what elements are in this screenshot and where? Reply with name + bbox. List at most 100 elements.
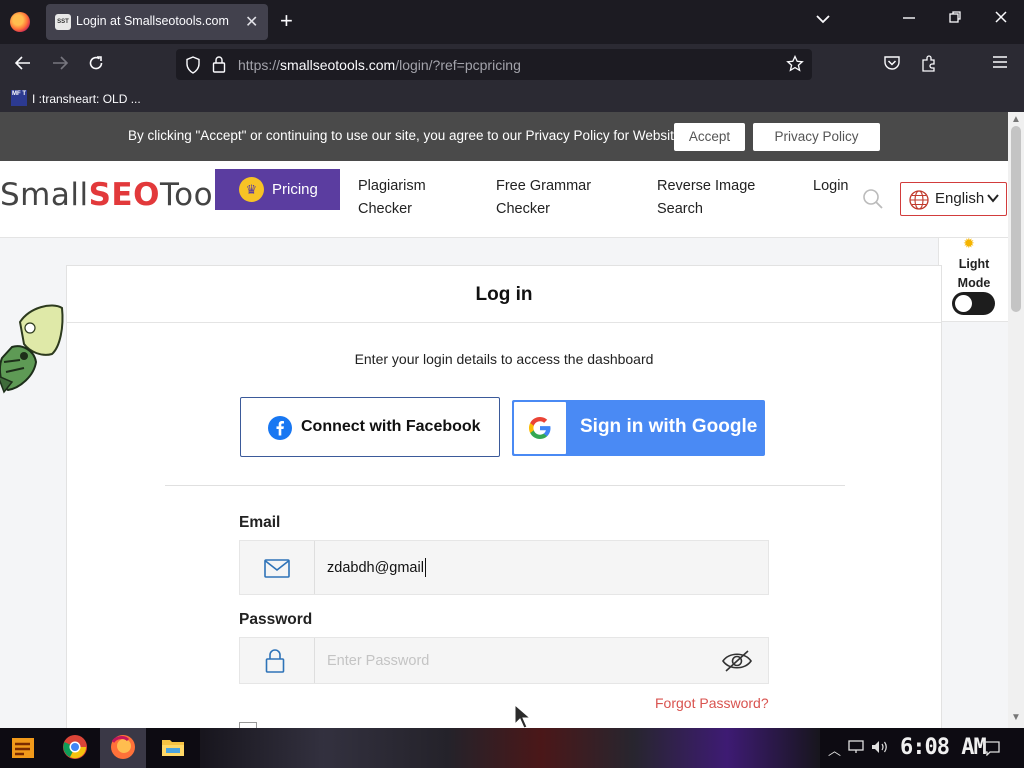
nav-reverse-image-search[interactable]: Reverse Image Search: [657, 175, 755, 221]
divider: [165, 485, 845, 486]
network-icon[interactable]: [848, 740, 864, 757]
google-login-button[interactable]: Sign in with Google: [512, 400, 765, 456]
browser-nav-bar: https://smallseotools.com/login/?ref=pcp…: [0, 44, 1024, 86]
logo-small: Small: [0, 177, 89, 213]
nav-line: Free Grammar: [496, 178, 592, 194]
text-caret: [425, 558, 426, 577]
minimize-icon[interactable]: [902, 10, 916, 29]
url-bar[interactable]: https://smallseotools.com/login/?ref=pcp…: [176, 49, 812, 80]
password-label: Password: [239, 611, 313, 628]
lock-icon: [265, 649, 285, 673]
nav-grammar-checker[interactable]: Free Grammar Checker: [496, 175, 591, 221]
site-header: SmallSEOTools ♛ Pricing Plagiarism Check…: [0, 161, 1008, 238]
facebook-login-button[interactable]: Connect with Facebook: [240, 397, 500, 457]
character-sticker: [0, 302, 66, 402]
nav-line: Plagiarism: [358, 178, 426, 194]
restore-icon[interactable]: [948, 10, 962, 29]
login-card: Log in Enter your login details to acces…: [66, 265, 942, 728]
page-viewport: By clicking "Accept" or continuing to us…: [0, 112, 1008, 728]
window-close-icon[interactable]: [994, 10, 1008, 29]
url-text[interactable]: https://smallseotools.com/login/?ref=pcp…: [238, 57, 521, 73]
taskbar: ︿ 6:08 AM: [0, 728, 1024, 768]
sun-icon: ✹: [963, 235, 975, 251]
email-label: Email: [239, 514, 281, 531]
close-icon[interactable]: ✕: [245, 12, 258, 32]
scroll-up-icon[interactable]: ▲: [1011, 114, 1021, 125]
bookmark-item[interactable]: I :transheart: OLD ...: [32, 92, 141, 106]
globe-icon: [909, 190, 929, 210]
cookie-text: By clicking "Accept" or continuing to us…: [128, 128, 682, 143]
bookmarks-bar: MF T I :transheart: OLD ...: [0, 86, 1024, 112]
page-title: Log in: [475, 284, 533, 305]
eye-slash-icon[interactable]: [721, 649, 753, 673]
pocket-icon[interactable]: [883, 54, 901, 77]
facebook-icon: [268, 416, 292, 440]
search-icon[interactable]: [862, 188, 884, 210]
extensions-icon[interactable]: [920, 54, 938, 77]
password-input[interactable]: [327, 638, 707, 683]
site-logo[interactable]: SmallSEOTools: [0, 177, 239, 213]
url-path: /login/?ref=pcpricing: [395, 57, 521, 73]
google-login-label: Sign in with Google: [580, 416, 758, 437]
notification-icon[interactable]: [984, 740, 1000, 759]
login-subtitle: Enter your login details to access the d…: [354, 351, 654, 367]
mail-icon: [264, 559, 290, 578]
nav-line: Reverse Image: [657, 178, 756, 194]
crown-icon: ♛: [239, 177, 264, 202]
firefox-icon[interactable]: [110, 734, 138, 762]
password-icon-box: [240, 638, 315, 683]
lock-icon[interactable]: [212, 55, 226, 76]
taskbar-wallpaper: [200, 728, 820, 768]
star-icon[interactable]: [786, 54, 804, 78]
taskbar-clock[interactable]: 6:08 AM: [900, 735, 987, 760]
nav-plagiarism-checker[interactable]: Plagiarism Checker: [358, 175, 426, 221]
volume-icon[interactable]: [871, 740, 889, 757]
mode-label-line: Mode: [957, 276, 991, 290]
back-icon[interactable]: [14, 54, 32, 77]
password-field[interactable]: [239, 637, 769, 684]
start-icon[interactable]: [10, 734, 38, 762]
email-input[interactable]: [327, 541, 707, 594]
plus-icon[interactable]: +: [280, 9, 293, 33]
email-field[interactable]: [239, 540, 769, 595]
facebook-login-label: Connect with Facebook: [301, 418, 481, 435]
logo-seo: SEO: [88, 177, 160, 213]
tab-title: Login at Smallseotools.com: [76, 14, 229, 28]
mouse-cursor: [514, 703, 534, 728]
nav-line: Login: [813, 178, 849, 194]
mode-label: Light Mode: [939, 255, 1008, 293]
scroll-thumb[interactable]: [1011, 126, 1021, 312]
accept-button[interactable]: Accept: [674, 123, 745, 151]
pricing-label: Pricing: [272, 181, 318, 198]
reload-icon[interactable]: [87, 54, 105, 77]
file-explorer-icon[interactable]: [160, 734, 188, 762]
language-label: English: [935, 190, 985, 207]
menu-icon[interactable]: [992, 54, 1008, 75]
nav-line: Checker: [496, 201, 550, 217]
google-icon: [528, 416, 552, 440]
nav-login[interactable]: Login: [813, 175, 848, 198]
theme-mode-panel: ✹ Light Mode: [938, 235, 1008, 322]
nav-line: Checker: [358, 201, 412, 217]
nav-line: Search: [657, 201, 703, 217]
page-scrollbar[interactable]: ▲ ▼: [1008, 112, 1024, 728]
scroll-down-icon[interactable]: ▼: [1011, 712, 1021, 723]
forward-icon[interactable]: [51, 54, 69, 77]
firefox-icon[interactable]: [10, 12, 30, 32]
tray-overflow-icon[interactable]: ︿: [828, 740, 841, 759]
pricing-button[interactable]: ♛ Pricing: [215, 169, 340, 210]
chevron-down-icon: [986, 191, 1000, 205]
browser-tab[interactable]: SST Login at Smallseotools.com ✕: [46, 4, 268, 40]
toggle-knob: [955, 295, 972, 312]
email-icon-box: [240, 541, 315, 594]
privacy-policy-button[interactable]: Privacy Policy: [753, 123, 880, 151]
browser-tab-bar: SST Login at Smallseotools.com ✕ +: [0, 0, 1024, 44]
google-icon-box: [514, 402, 566, 454]
shield-icon[interactable]: [185, 56, 201, 77]
url-prefix: https://: [238, 57, 281, 73]
theme-toggle[interactable]: [952, 292, 995, 315]
chrome-icon[interactable]: [62, 734, 90, 762]
language-selector[interactable]: English: [900, 182, 1007, 216]
forgot-password-link[interactable]: Forgot Password?: [655, 695, 769, 711]
chevron-down-icon[interactable]: [816, 11, 830, 27]
